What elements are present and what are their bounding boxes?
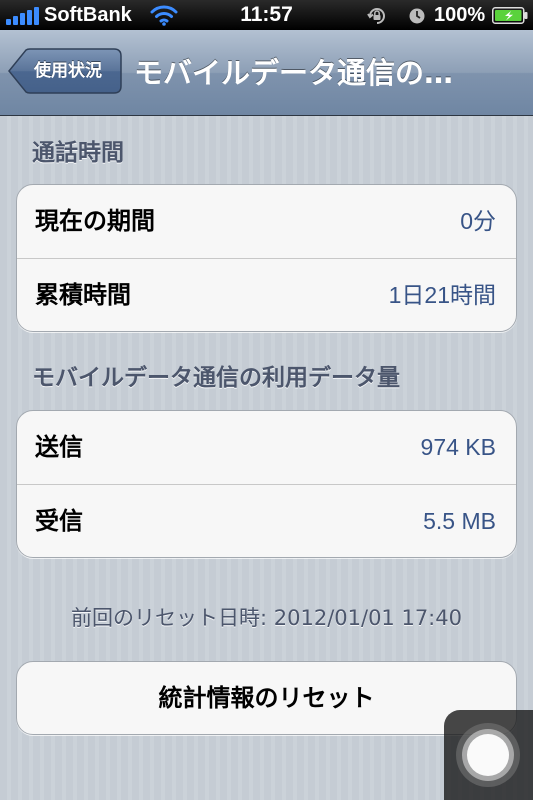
assistive-touch-inner-circle <box>467 734 509 776</box>
reset-statistics-button[interactable]: 統計情報のリセット <box>16 661 517 735</box>
row-value: 0分 <box>460 208 496 234</box>
row-label: 送信 <box>35 433 83 461</box>
table-row-cumulative-time: 累積時間 1日21時間 <box>17 258 516 331</box>
row-value: 974 KB <box>420 434 496 460</box>
assistive-touch-button[interactable] <box>444 710 533 800</box>
back-button-label: 使用状況 <box>34 61 102 81</box>
rotation-lock-icon <box>367 8 385 24</box>
battery-percentage: 100% <box>434 4 486 26</box>
row-label: 受信 <box>35 507 83 535</box>
section-header-data-usage: モバイルデータ通信の利用データ量 <box>32 365 400 391</box>
row-value: 5.5 MB <box>423 508 496 534</box>
row-label: 累積時間 <box>35 281 131 309</box>
page-title: モバイルデータ通信の… <box>134 56 454 90</box>
table-row-sent: 送信 974 KB <box>17 411 516 484</box>
battery-charging-icon <box>492 7 528 24</box>
status-bar: SoftBank 11:57 100% <box>0 0 533 30</box>
data-usage-group: 送信 974 KB 受信 5.5 MB <box>16 410 517 558</box>
row-value: 1日21時間 <box>388 282 496 308</box>
alarm-icon <box>409 8 425 24</box>
last-reset-note: 前回のリセット日時: 2012/01/01 17:40 <box>71 606 462 630</box>
call-time-group: 現在の期間 0分 累積時間 1日21時間 <box>16 184 517 332</box>
section-header-call-time: 通話時間 <box>32 140 124 166</box>
assistive-touch-outer-ring <box>456 723 520 787</box>
table-row-received: 受信 5.5 MB <box>17 484 516 557</box>
assistive-touch-middle-ring <box>462 729 514 781</box>
back-button[interactable]: 使用状況 <box>8 48 122 94</box>
table-row-current-period: 現在の期間 0分 <box>17 185 516 258</box>
navigation-bar: 使用状況 モバイルデータ通信の… <box>0 30 533 116</box>
row-label: 現在の期間 <box>35 207 155 235</box>
